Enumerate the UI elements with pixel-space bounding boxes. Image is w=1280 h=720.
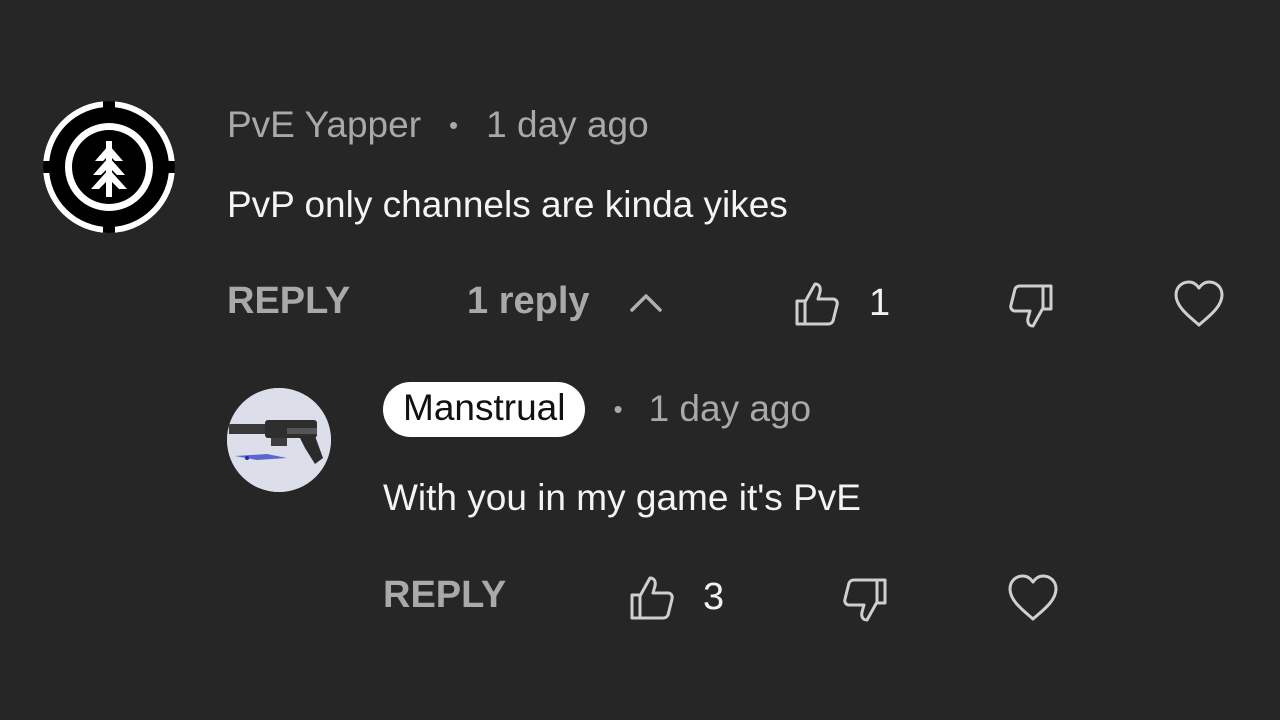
reply-button[interactable]: REPLY: [227, 280, 350, 323]
meta-separator: •: [613, 393, 623, 424]
reply-button[interactable]: REPLY: [383, 574, 506, 617]
comment-text: PvP only channels are kinda yikes: [227, 184, 788, 225]
comment-meta: PvE Yapper • 1 day ago: [227, 104, 649, 146]
thumbs-up-icon[interactable]: [793, 280, 841, 328]
tree-logo-icon: [43, 101, 175, 233]
comment-timestamp[interactable]: 1 day ago: [486, 104, 649, 146]
thumbs-down-icon[interactable]: [1007, 282, 1055, 330]
thumbs-up-icon[interactable]: [628, 574, 676, 622]
reply-meta: Manstrual • 1 day ago: [383, 382, 811, 437]
reply-timestamp[interactable]: 1 day ago: [649, 388, 812, 430]
chevron-up-icon: [629, 293, 662, 312]
heart-icon[interactable]: [1006, 573, 1060, 623]
avatar-pve-yapper[interactable]: [43, 101, 175, 233]
reply-text: With you in my game it's PvE: [383, 477, 861, 518]
replies-count-label: 1 reply: [467, 280, 590, 322]
heart-icon[interactable]: [1172, 279, 1226, 329]
toggle-replies-button[interactable]: 1 reply: [467, 280, 664, 323]
like-count: 1: [869, 282, 891, 324]
blaster-image-icon: [227, 388, 331, 492]
reply-author-chip[interactable]: Manstrual: [383, 382, 586, 437]
comment-author[interactable]: PvE Yapper: [227, 104, 421, 146]
thumbs-down-icon[interactable]: [841, 576, 889, 624]
meta-separator: •: [449, 109, 459, 140]
like-count: 3: [703, 576, 725, 618]
avatar-manstrual[interactable]: [227, 388, 331, 492]
